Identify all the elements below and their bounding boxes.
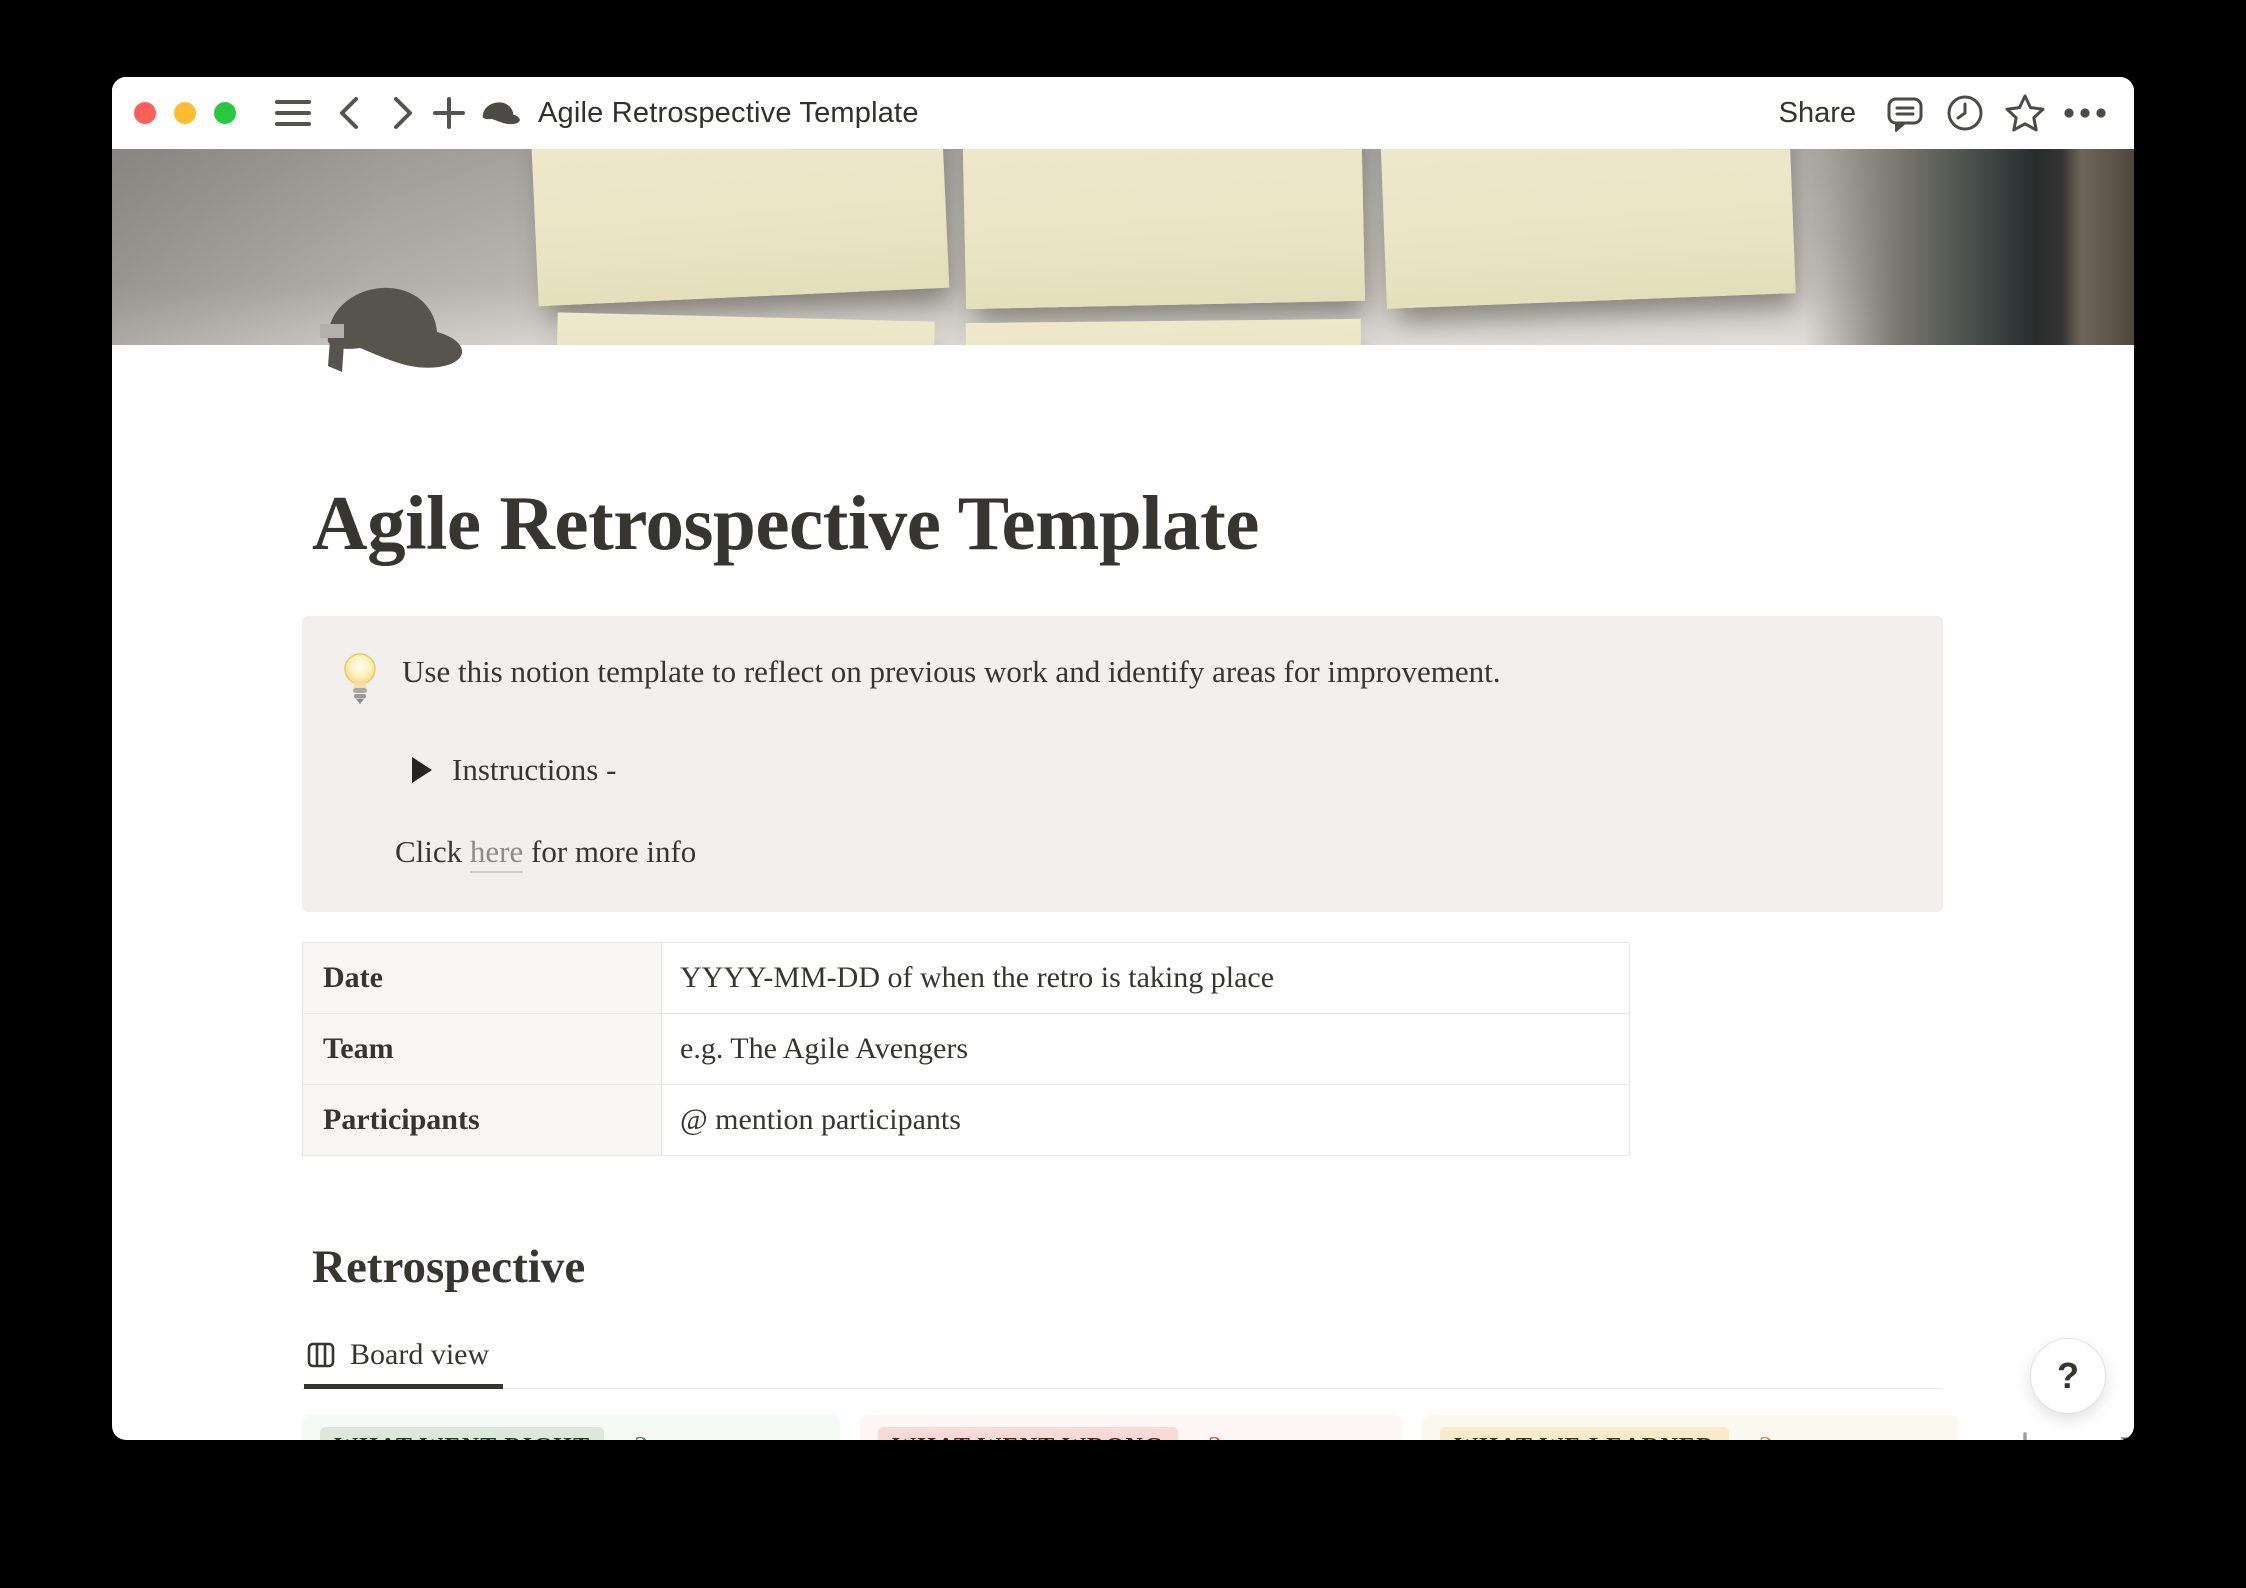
property-label-team[interactable]: Team bbox=[303, 1013, 662, 1084]
plus-icon bbox=[432, 96, 466, 130]
column-count: 2 bbox=[1759, 1432, 1773, 1440]
sticky-note bbox=[530, 149, 950, 306]
cover-shadow-edge bbox=[1804, 149, 2134, 345]
view-tab-bar: Board view bbox=[302, 1326, 1943, 1389]
traffic-lights bbox=[134, 102, 236, 124]
zoom-button[interactable] bbox=[214, 102, 236, 124]
comment-icon bbox=[1884, 92, 1926, 134]
callout-text: Use this notion template to reflect on p… bbox=[402, 652, 1500, 690]
board-column-what-we-learned[interactable]: WHAT WE LEARNED 2 bbox=[1422, 1415, 1958, 1440]
comments-button[interactable] bbox=[1882, 90, 1928, 136]
window-page-title: Agile Retrospective Template bbox=[538, 97, 919, 130]
section-heading: Retrospective bbox=[312, 1240, 2134, 1294]
click-suffix: for more info bbox=[523, 834, 696, 869]
forward-button[interactable] bbox=[380, 90, 426, 136]
column-title-pill[interactable]: WHAT WE LEARNED bbox=[1440, 1427, 1729, 1440]
plus-icon bbox=[2006, 1429, 2044, 1440]
column-count: 2 bbox=[1208, 1432, 1222, 1440]
clock-history-icon bbox=[1944, 92, 1986, 134]
instructions-toggle-label: Instructions - bbox=[452, 752, 616, 788]
property-value-team[interactable]: e.g. The Agile Avengers bbox=[662, 1013, 1630, 1084]
sidebar-menu-button[interactable] bbox=[270, 90, 316, 136]
table-row: Participants @ mention participants bbox=[303, 1084, 1630, 1155]
sticky-note bbox=[1379, 149, 1795, 309]
column-title-pill[interactable]: WHAT WENT RIGHT bbox=[320, 1427, 604, 1440]
cap-icon bbox=[320, 280, 470, 376]
properties-table: Date YYYY-MM-DD of when the retro is tak… bbox=[302, 942, 1630, 1156]
board-view-icon bbox=[306, 1340, 336, 1370]
page-title[interactable]: Agile Retrospective Template bbox=[312, 481, 2134, 566]
click-prefix: Click bbox=[395, 834, 470, 869]
chevron-right-icon bbox=[388, 94, 418, 132]
property-label-participants[interactable]: Participants bbox=[303, 1084, 662, 1155]
page-emoji-cap-icon bbox=[478, 90, 524, 136]
page-content: Agile Retrospective Template Use this no… bbox=[112, 345, 2134, 1440]
star-icon bbox=[2003, 92, 2047, 134]
sticky-note bbox=[962, 149, 1365, 309]
titlebar: Agile Retrospective Template Share bbox=[112, 77, 2134, 149]
favorite-button[interactable] bbox=[2002, 90, 2048, 136]
property-value-date[interactable]: YYYY-MM-DD of when the retro is taking p… bbox=[662, 942, 1630, 1013]
board-column-what-went-right[interactable]: WHAT WENT RIGHT 2 bbox=[302, 1415, 840, 1440]
board-view: WHAT WENT RIGHT 2 WHAT WENT WRONG 2 WHAT… bbox=[302, 1415, 2134, 1440]
column-title-pill[interactable]: WHAT WENT WRONG bbox=[878, 1427, 1178, 1440]
table-row: Date YYYY-MM-DD of when the retro is tak… bbox=[303, 942, 1630, 1013]
sticky-note bbox=[556, 312, 934, 345]
add-group-button[interactable] bbox=[2006, 1429, 2044, 1440]
tab-board-view[interactable]: Board view bbox=[304, 1326, 503, 1389]
column-count: 2 bbox=[634, 1432, 648, 1440]
tab-board-view-label: Board view bbox=[350, 1338, 489, 1372]
lightbulb-icon bbox=[340, 652, 380, 708]
callout-block[interactable]: Use this notion template to reflect on p… bbox=[302, 616, 1943, 912]
property-value-participants[interactable]: @ mention participants bbox=[662, 1084, 1630, 1155]
close-button[interactable] bbox=[134, 102, 156, 124]
property-label-date[interactable]: Date bbox=[303, 942, 662, 1013]
instructions-toggle[interactable]: Instructions - bbox=[412, 752, 1903, 788]
toggle-triangle-icon bbox=[412, 757, 432, 783]
share-button[interactable]: Share bbox=[1767, 91, 1868, 136]
minimize-button[interactable] bbox=[174, 102, 196, 124]
more-info-line: Click here for more info bbox=[395, 834, 1903, 870]
page-icon-cap[interactable] bbox=[320, 280, 470, 376]
chevron-left-icon bbox=[334, 94, 364, 132]
more-options-button[interactable] bbox=[2062, 90, 2108, 136]
clipped-column-text: H bbox=[2120, 1431, 2134, 1440]
sticky-note bbox=[966, 319, 1362, 345]
board-column-what-went-wrong[interactable]: WHAT WENT WRONG 2 bbox=[860, 1415, 1402, 1440]
notion-window: Agile Retrospective Template Share bbox=[112, 77, 2134, 1440]
here-link[interactable]: here bbox=[470, 834, 523, 873]
new-tab-button[interactable] bbox=[426, 90, 472, 136]
table-row: Team e.g. The Agile Avengers bbox=[303, 1013, 1630, 1084]
history-button[interactable] bbox=[1942, 90, 1988, 136]
hamburger-icon bbox=[275, 100, 311, 126]
ellipsis-icon bbox=[2063, 107, 2107, 119]
back-button[interactable] bbox=[326, 90, 372, 136]
help-button[interactable]: ? bbox=[2030, 1338, 2106, 1414]
